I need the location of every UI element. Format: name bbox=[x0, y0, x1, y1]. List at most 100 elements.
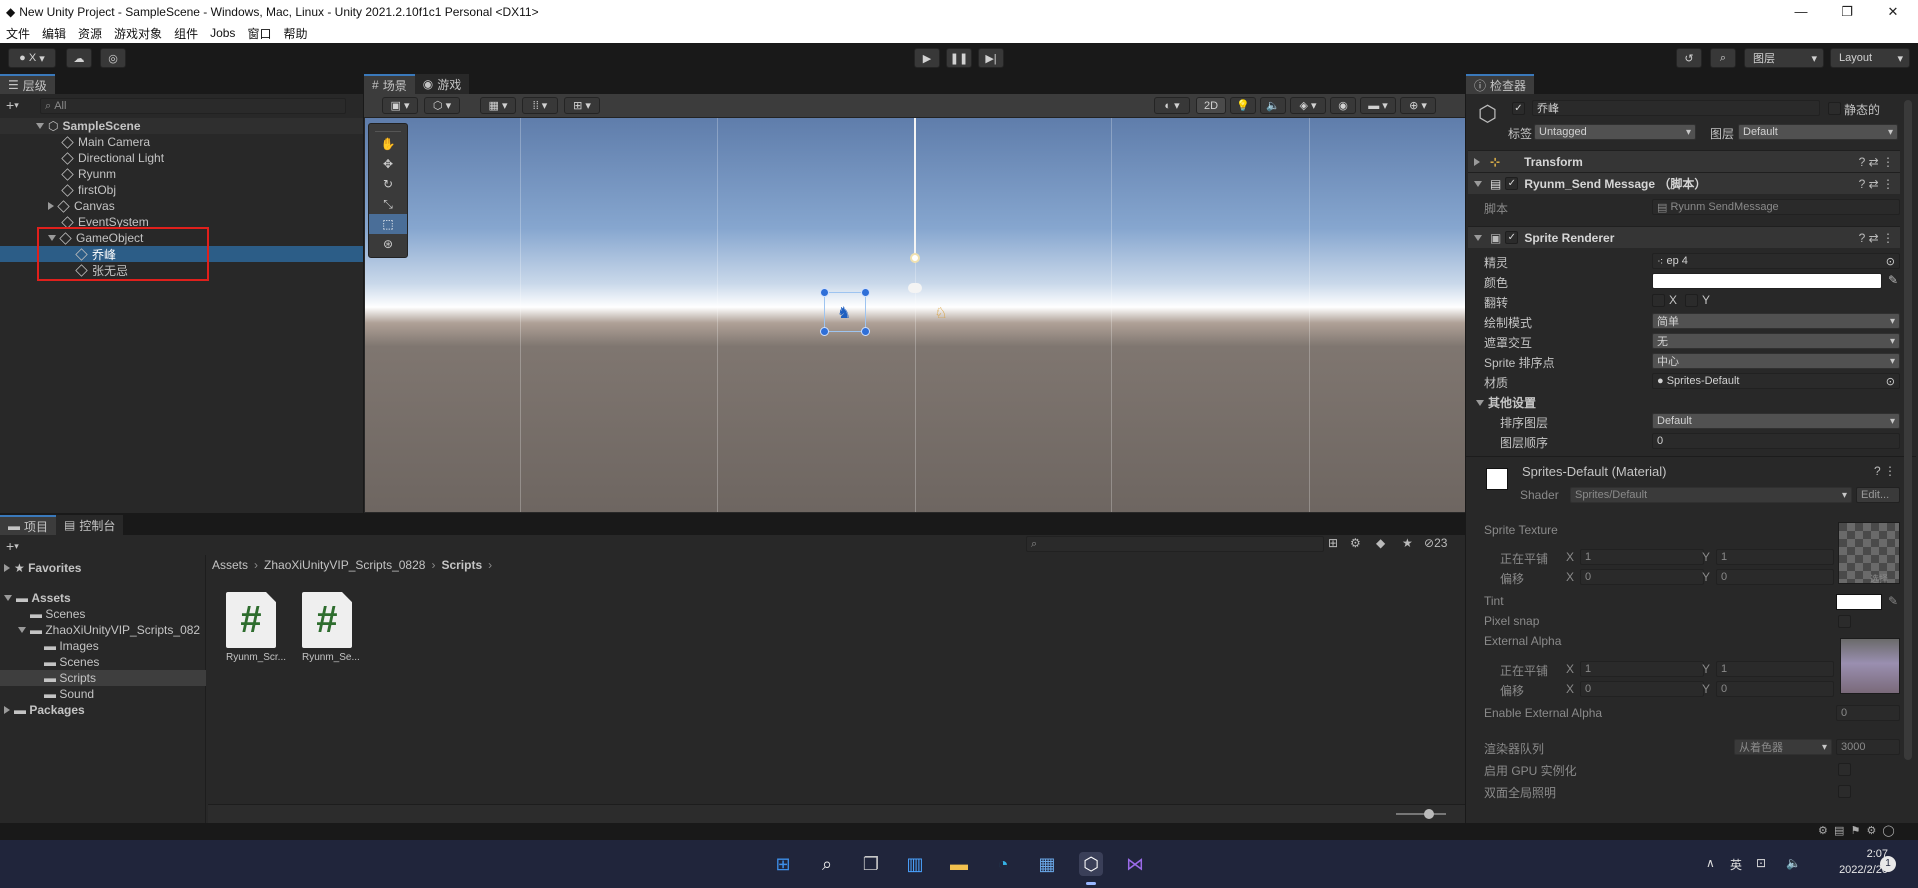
expand-arrow-icon[interactable] bbox=[1476, 399, 1484, 406]
sprite-texture-thumb[interactable] bbox=[1838, 522, 1900, 584]
lighting-toggle[interactable]: 💡 bbox=[1230, 97, 1256, 114]
breadcrumb-item[interactable]: Scripts bbox=[441, 558, 482, 572]
task-view-icon[interactable]: ❐ bbox=[859, 852, 883, 876]
tab-inspector[interactable]: ⓘ 检查器 bbox=[1466, 74, 1535, 94]
menu-gameobject[interactable]: 游戏对象 bbox=[108, 25, 168, 42]
edit-shader-button[interactable]: Edit... bbox=[1856, 487, 1900, 503]
search-icon[interactable]: ⌕ bbox=[815, 852, 839, 876]
flip-y-checkbox[interactable] bbox=[1685, 293, 1699, 307]
tab-hierarchy[interactable]: ☰ 层级 bbox=[0, 74, 55, 94]
hierarchy-item[interactable]: Ryunm bbox=[61, 166, 116, 182]
draw-mode-button[interactable]: ▣ ▾ bbox=[382, 97, 418, 114]
project-search-input[interactable]: ⌕ bbox=[1026, 536, 1324, 552]
object-picker-icon[interactable]: ⊙ bbox=[1886, 375, 1895, 388]
expand-arrow-icon[interactable] bbox=[1474, 180, 1482, 187]
external-alpha-thumb[interactable] bbox=[1840, 638, 1900, 694]
menu-window[interactable]: 窗口 bbox=[241, 25, 277, 42]
hierarchy-item[interactable]: firstObj bbox=[61, 182, 116, 198]
filter-type-icon[interactable]: ⊞ bbox=[1328, 536, 1338, 550]
layer-dropdown[interactable]: Default bbox=[1738, 124, 1898, 140]
hierarchy-search-input[interactable]: ⌕ All bbox=[40, 98, 346, 114]
additional-settings-foldout[interactable]: 其他设置 bbox=[1476, 394, 1536, 411]
star-icon[interactable]: ★ bbox=[1402, 536, 1413, 550]
orientation-button[interactable]: ◐ ▾ bbox=[1154, 97, 1190, 114]
tab-scene[interactable]: # 场景 bbox=[364, 74, 415, 94]
render-queue-input[interactable]: 3000 bbox=[1836, 739, 1900, 755]
history-button[interactable]: ↺ bbox=[1676, 48, 1702, 68]
asset-file[interactable]: # Ryunm_Se... bbox=[302, 592, 360, 663]
double-sided-gi-checkbox[interactable] bbox=[1838, 785, 1851, 798]
menu-component[interactable]: 组件 bbox=[168, 25, 204, 42]
flip-x-checkbox[interactable] bbox=[1652, 293, 1665, 307]
collab-button[interactable]: ◎ bbox=[100, 48, 126, 68]
zoom-slider-track[interactable] bbox=[1396, 813, 1446, 815]
maximize-button[interactable]: ❐ bbox=[1824, 0, 1870, 23]
tab-console[interactable]: ▤ 控制台 bbox=[56, 515, 124, 535]
material-field[interactable]: ● Sprites-Default ⊙ bbox=[1652, 373, 1900, 389]
rotate-tool-icon[interactable]: ↻ bbox=[369, 174, 407, 194]
expand-arrow-icon[interactable] bbox=[4, 595, 12, 601]
component-menu-icon[interactable]: ? ⇄ ⋮ bbox=[1859, 231, 1894, 245]
render-mode-button[interactable]: ⬡ ▾ bbox=[424, 97, 460, 114]
transform-header[interactable]: ⊹ Transform ? ⇄ ⋮ bbox=[1468, 150, 1900, 172]
pause-button[interactable]: ❚❚ bbox=[946, 48, 972, 68]
rect-handle[interactable] bbox=[820, 288, 829, 297]
move-tool-icon[interactable]: ✥ bbox=[369, 154, 407, 174]
tray-chevron-icon[interactable]: ∧ bbox=[1706, 856, 1715, 870]
create-button[interactable]: + ▾ bbox=[6, 95, 19, 115]
windows-start-icon[interactable]: ⊞ bbox=[771, 852, 795, 876]
tab-game[interactable]: ◉ 游戏 bbox=[414, 74, 470, 94]
audio-toggle[interactable]: 🔈 bbox=[1260, 97, 1286, 114]
account-dropdown[interactable]: ● X ▾ bbox=[8, 48, 56, 68]
tiling-x-input[interactable]: 1 bbox=[1580, 549, 1704, 565]
tray-input-icon[interactable]: ⊡ bbox=[1756, 856, 1766, 870]
tint-color-field[interactable] bbox=[1836, 594, 1882, 610]
object-picker-icon[interactable]: ⊙ bbox=[1886, 255, 1895, 268]
zoom-slider-thumb[interactable] bbox=[1424, 809, 1434, 819]
close-button[interactable]: ✕ bbox=[1870, 0, 1916, 23]
tree-item-selected[interactable]: ▬ Scripts bbox=[44, 670, 96, 686]
tag-dropdown[interactable]: Untagged bbox=[1534, 124, 1696, 140]
script-component-header[interactable]: ▤ ✓ Ryunm_Send Message （脚本） ? ⇄ ⋮ bbox=[1468, 172, 1900, 194]
camera-button[interactable]: ▬ ▾ bbox=[1360, 97, 1396, 114]
tag-icon[interactable]: ◆ bbox=[1376, 536, 1385, 550]
sprite-qiaofeng[interactable]: ♞ bbox=[833, 303, 855, 322]
layers-dropdown[interactable]: 图层 ▾ bbox=[1744, 48, 1824, 68]
store-icon[interactable]: ▦ bbox=[1035, 852, 1059, 876]
rect-tool-icon[interactable]: ⬚ bbox=[369, 214, 407, 234]
sprite-renderer-header[interactable]: ▣ ✓ Sprite Renderer ? ⇄ ⋮ bbox=[1468, 226, 1900, 248]
edge-browser-icon[interactable]: ◔ bbox=[991, 852, 1015, 876]
grid-snap-button[interactable]: ▦ ▾ bbox=[480, 97, 516, 114]
favorites-item[interactable]: ★ Favorites bbox=[4, 560, 81, 576]
component-menu-icon[interactable]: ? ⇄ ⋮ bbox=[1859, 155, 1894, 169]
play-button[interactable]: ▶ bbox=[914, 48, 940, 68]
order-input[interactable]: 0 bbox=[1652, 433, 1900, 449]
breadcrumb-item[interactable]: Assets bbox=[212, 558, 248, 572]
input-language[interactable]: 英 bbox=[1730, 856, 1742, 873]
mask-dropdown[interactable]: 无 bbox=[1652, 333, 1900, 349]
tree-item[interactable]: ▬ Images bbox=[44, 638, 99, 654]
volume-icon[interactable]: 🔈 bbox=[1786, 856, 1801, 870]
filter-label-icon[interactable]: ⚙ bbox=[1350, 536, 1361, 550]
expand-arrow-icon[interactable] bbox=[1474, 157, 1480, 166]
clock-time[interactable]: 2:07 bbox=[1818, 848, 1888, 860]
layout-dropdown[interactable]: Layout ▾ bbox=[1830, 48, 1910, 68]
project-create-button[interactable]: + ▾ bbox=[6, 536, 19, 556]
snap-increment-button[interactable]: ⁞⁞ ▾ bbox=[522, 97, 558, 114]
static-checkbox[interactable] bbox=[1828, 102, 1841, 115]
widgets-icon[interactable]: ▥ bbox=[903, 852, 927, 876]
ea-offset-y-input[interactable]: 0 bbox=[1716, 681, 1834, 697]
ea-offset-x-input[interactable]: 0 bbox=[1580, 681, 1704, 697]
light-gizmo-icon[interactable] bbox=[910, 253, 920, 263]
menu-jobs[interactable]: Jobs bbox=[204, 26, 241, 40]
expand-arrow-icon[interactable] bbox=[1474, 234, 1482, 241]
transform-tool-icon[interactable]: ⊛ bbox=[369, 234, 407, 254]
expand-arrow-icon[interactable] bbox=[18, 627, 26, 633]
tab-project[interactable]: ▬ 项目 bbox=[0, 515, 57, 535]
tree-item[interactable]: ▬ Sound bbox=[44, 686, 94, 702]
hierarchy-item[interactable]: Canvas bbox=[48, 198, 115, 214]
eyedropper-icon[interactable]: ✎ bbox=[1888, 273, 1898, 287]
visibility-toggle[interactable]: ◉ bbox=[1330, 97, 1356, 114]
rect-handle[interactable] bbox=[820, 327, 829, 336]
step-button[interactable]: ▶| bbox=[978, 48, 1004, 68]
